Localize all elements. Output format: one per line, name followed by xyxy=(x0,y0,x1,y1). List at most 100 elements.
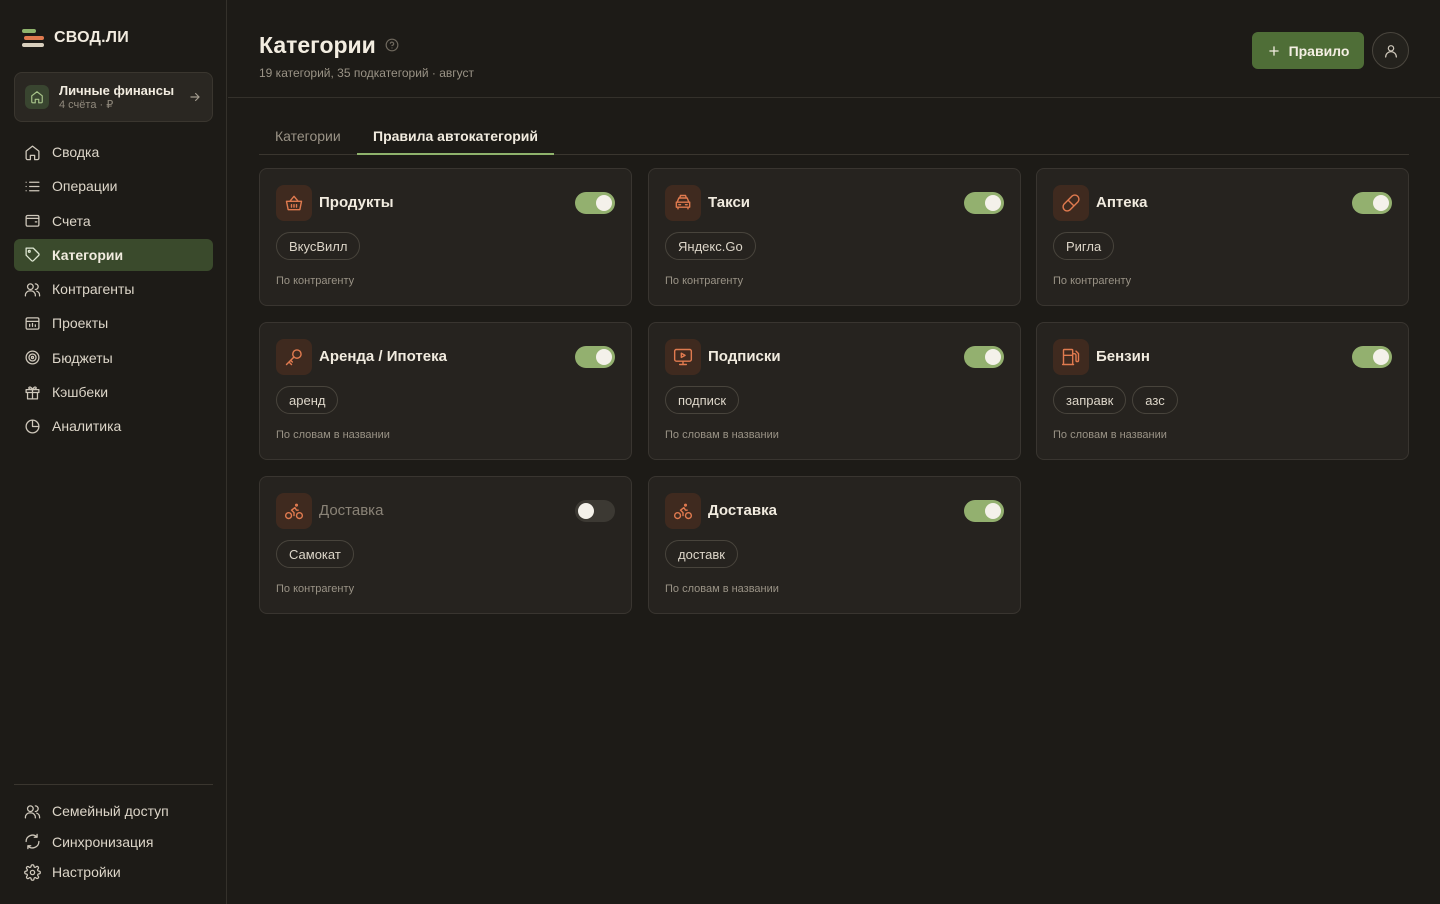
rule-title: Такси xyxy=(708,194,751,211)
rule-card[interactable]: Доставка Самокат По контрагенту xyxy=(259,476,632,614)
add-rule-button[interactable]: Правило xyxy=(1252,32,1364,69)
list-icon xyxy=(25,181,40,192)
rule-chip[interactable]: Ригла xyxy=(1053,232,1115,260)
rule-type: По контрагенту xyxy=(665,275,744,287)
rule-title: Доставка xyxy=(708,502,777,519)
rule-card[interactable]: Бензин заправк азс По словам в названии xyxy=(1036,322,1409,460)
page-title: Категории xyxy=(259,32,376,58)
rule-type: По контрагенту xyxy=(276,275,355,287)
rule-card[interactable]: Аптека Ригла По контрагенту xyxy=(1036,168,1409,306)
home-icon xyxy=(25,85,49,109)
logo[interactable]: СВОД.ЛИ xyxy=(22,28,129,48)
rule-card[interactable]: Аренда / Ипотека аренд По словам в назва… xyxy=(259,322,632,460)
rule-toggle[interactable] xyxy=(964,192,1004,214)
user-menu-button[interactable] xyxy=(1372,32,1409,69)
rule-chip[interactable]: заправк xyxy=(1053,386,1127,414)
rule-toggle[interactable] xyxy=(964,500,1004,522)
account-switcher[interactable]: Личные финансы 4 счёта · ₽ xyxy=(14,72,213,122)
sidebar-item-label: Контрагенты xyxy=(52,281,135,298)
sync-icon xyxy=(25,833,40,850)
tag-icon xyxy=(25,247,40,263)
tabs: Категории Правила автокатегорий xyxy=(259,118,1409,155)
rule-toggle[interactable] xyxy=(575,346,615,368)
rule-type: По словам в названии xyxy=(276,429,390,441)
sidebar-item-settings[interactable]: Настройки xyxy=(14,857,213,887)
sidebar-item-budgets[interactable]: Бюджеты xyxy=(14,342,213,374)
key-icon xyxy=(276,339,312,375)
pie-chart-icon xyxy=(25,419,40,434)
rule-card[interactable]: Доставка доставк По словам в названии xyxy=(648,476,1021,614)
sidebar-item-accounts[interactable]: Счета xyxy=(14,205,213,237)
sidebar-item-summary[interactable]: Сводка xyxy=(14,136,213,168)
rule-chips: ВкусВилл xyxy=(276,232,361,260)
arrow-right-icon xyxy=(188,90,202,104)
sidebar-item-label: Операции xyxy=(52,178,118,195)
rule-toggle[interactable] xyxy=(1352,192,1392,214)
rule-card[interactable]: Продукты ВкусВилл По контрагенту xyxy=(259,168,632,306)
rule-card[interactable]: Подписки подписк По словам в названии xyxy=(648,322,1021,460)
sidebar-item-cashback[interactable]: Кэшбеки xyxy=(14,376,213,408)
rule-chip[interactable]: ВкусВилл xyxy=(276,232,361,260)
rule-chips: аренд xyxy=(276,386,339,414)
sidebar-item-label: Аналитика xyxy=(52,418,122,435)
monitor-play-icon xyxy=(665,339,701,375)
rule-card[interactable]: Такси Яндекс.Go По контрагенту xyxy=(648,168,1021,306)
rule-toggle[interactable] xyxy=(575,500,615,522)
rule-title: Продукты xyxy=(319,194,394,211)
rule-title: Подписки xyxy=(708,348,781,365)
rule-title: Доставка xyxy=(319,502,384,519)
logo-icon xyxy=(22,28,44,48)
tab-autocategory-rules[interactable]: Правила автокатегорий xyxy=(357,118,555,155)
sidebar-item-sync[interactable]: Синхронизация xyxy=(14,827,213,857)
users-icon xyxy=(24,282,41,297)
rule-chips: заправк азс xyxy=(1053,386,1178,414)
sidebar-item-counterparties[interactable]: Контрагенты xyxy=(14,273,213,305)
pill-icon xyxy=(1053,185,1089,221)
tab-categories[interactable]: Категории xyxy=(259,118,357,155)
help-icon[interactable] xyxy=(385,38,399,57)
sidebar-item-label: Синхронизация xyxy=(52,833,154,850)
home-icon xyxy=(25,144,40,160)
page-subtitle: 19 категорий, 35 подкатегорий · август xyxy=(259,66,475,80)
sidebar-item-label: Кэшбеки xyxy=(52,384,109,401)
add-rule-label: Правило xyxy=(1288,42,1350,59)
rule-toggle[interactable] xyxy=(964,346,1004,368)
folder-icon xyxy=(25,317,40,330)
car-icon xyxy=(665,185,701,221)
sidebar-item-family-access[interactable]: Семейный доступ xyxy=(14,796,213,826)
rule-chips: Яндекс.Go xyxy=(665,232,756,260)
sidebar-item-label: Сводка xyxy=(52,144,100,160)
bike-icon xyxy=(665,493,701,529)
rule-title: Аптека xyxy=(1096,194,1148,211)
rule-toggle[interactable] xyxy=(1352,346,1392,368)
sidebar-divider xyxy=(14,784,213,785)
gift-icon xyxy=(25,385,40,400)
rule-chips: доставк xyxy=(665,540,738,568)
rule-chip[interactable]: азс xyxy=(1132,386,1178,414)
gear-icon xyxy=(24,863,41,881)
account-sub: 4 счёта · ₽ xyxy=(59,98,114,111)
plus-icon xyxy=(1268,45,1279,56)
rule-chip[interactable]: подписк xyxy=(665,386,740,414)
sidebar-item-label: Проекты xyxy=(52,315,109,332)
rule-chip[interactable]: Яндекс.Go xyxy=(665,232,756,260)
sidebar-item-label: Категории xyxy=(52,246,124,263)
fuel-icon xyxy=(1053,339,1089,375)
main-nav: Сводка Операции Счета Категории Контраге… xyxy=(14,136,213,445)
sidebar-item-categories[interactable]: Категории xyxy=(14,238,213,271)
rule-chip[interactable]: доставк xyxy=(665,540,738,568)
user-icon xyxy=(1384,44,1397,58)
sidebar-item-analytics[interactable]: Аналитика xyxy=(14,410,213,442)
rule-type: По словам в названии xyxy=(665,429,779,441)
rule-chip[interactable]: Самокат xyxy=(276,540,354,568)
rule-toggle[interactable] xyxy=(575,192,615,214)
account-name: Личные финансы xyxy=(59,82,175,98)
bike-icon xyxy=(276,493,312,529)
rule-chips: подписк xyxy=(665,386,740,414)
logo-text: СВОД.ЛИ xyxy=(54,29,129,46)
sidebar-item-projects[interactable]: Проекты xyxy=(14,307,213,339)
sidebar-item-operations[interactable]: Операции xyxy=(14,170,213,202)
rule-chip[interactable]: аренд xyxy=(276,386,339,414)
sidebar: СВОД.ЛИ Личные финансы 4 счёта · ₽ Сводк… xyxy=(0,0,227,904)
page-header: Категории 19 категорий, 35 подкатегорий … xyxy=(228,0,1440,98)
